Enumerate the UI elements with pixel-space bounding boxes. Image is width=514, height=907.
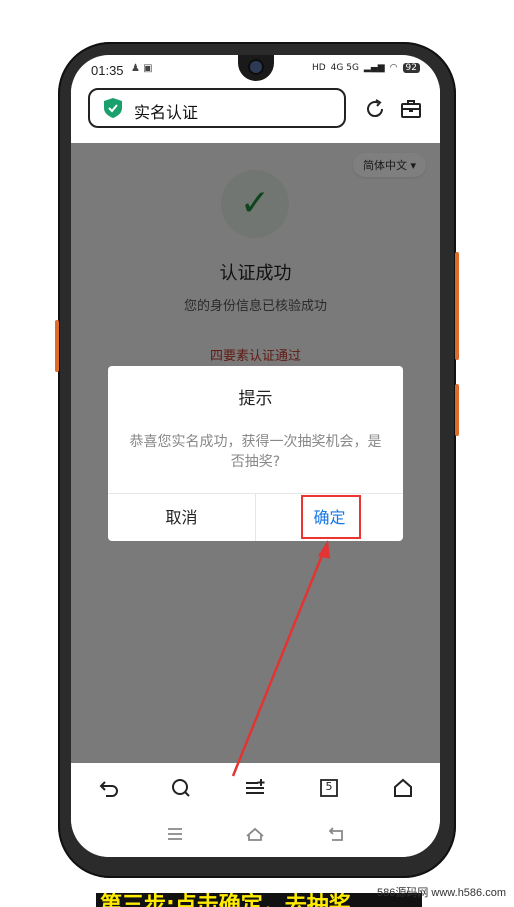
side-button-left	[55, 320, 59, 372]
dialog-title: 提示	[238, 389, 273, 409]
refresh-icon[interactable]	[363, 97, 387, 121]
highlight-box	[301, 495, 361, 539]
toolbox-icon[interactable]	[399, 97, 423, 121]
side-button-right-top	[455, 252, 459, 360]
browser-toolbar: 5	[71, 763, 440, 813]
phone-screen: 01:35 ♟ ▣ HD 4G 5G ▂▄▆ ◠ 92 实名认证 提示 恭喜您实…	[71, 55, 440, 857]
dialog-message: 恭喜您实名成功，获得一次抽奖机会，是否抽奖?	[129, 434, 382, 470]
signal-icon: ▂▄▆	[363, 63, 385, 73]
tabs-button[interactable]: 5	[317, 776, 341, 800]
address-bar: 实名认证	[71, 85, 440, 143]
menu-add-icon[interactable]	[243, 776, 267, 800]
tabs-count: 5	[325, 780, 333, 793]
page-title: 实名认证	[134, 103, 199, 122]
home-icon[interactable]	[391, 776, 415, 800]
shield-check-icon	[104, 98, 122, 118]
back-icon[interactable]	[97, 776, 121, 800]
hd-icon: HD	[311, 63, 326, 73]
battery-icon: 92	[402, 63, 420, 73]
network-label: 4G 5G	[330, 63, 359, 73]
cancel-button[interactable]: 取消	[108, 494, 255, 541]
status-time: 01:35	[91, 63, 124, 78]
search-icon[interactable]	[169, 776, 193, 800]
address-field[interactable]: 实名认证	[88, 88, 346, 128]
system-home-icon[interactable]	[245, 825, 265, 843]
recents-icon[interactable]	[165, 825, 185, 843]
system-nav-bar	[71, 813, 440, 857]
side-button-right-bottom	[455, 384, 459, 436]
front-camera-icon	[250, 61, 262, 73]
system-back-icon[interactable]	[327, 825, 347, 843]
wifi-icon: ◠	[389, 63, 398, 73]
notification-icons: ♟ ▣	[131, 63, 153, 74]
status-icons: HD 4G 5G ▂▄▆ ◠ 92	[312, 63, 420, 73]
watermark: 586源码网 www.h586.com	[377, 887, 506, 899]
